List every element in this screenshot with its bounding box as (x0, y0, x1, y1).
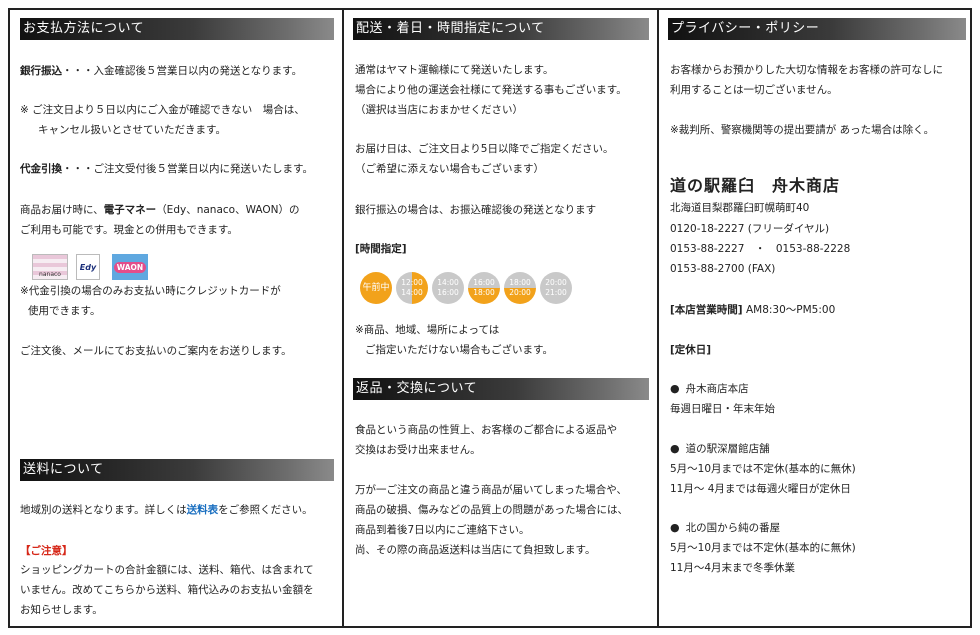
notice-line: お知らせします。 (20, 604, 103, 616)
privacy-column: プライバシー・ポリシー お客様からお預かりした大切な情報をお客様の許可なしに 利… (659, 10, 970, 626)
cod-label: 代金引換 (20, 163, 62, 175)
notice-title: 【ご注意】 (20, 545, 73, 557)
time-slot-18-20: 18:00 20:00 (504, 272, 536, 304)
bank-note-line2: キャンセル扱いとさせていただきます。 (38, 124, 226, 136)
returns-line: 尚、その際の商品返送料は当店にて負担致します。 (355, 544, 596, 556)
shop-address: 北海道目梨郡羅臼町幌萌町40 (670, 202, 810, 214)
time-slot-12-14: 12:00 14:00 (396, 272, 428, 304)
time-slot-morning: 午前中 (360, 272, 392, 304)
delivery-line: 通常はヤマト運輸様にて発送いたします。 (355, 64, 554, 76)
shop-tel: 0153-88-2227 ・ 0153-88-2228 (670, 243, 851, 255)
edy-icon: Edy (76, 254, 100, 280)
time-slot-20-21: 20:00 21:00 (540, 272, 572, 304)
hours-label: [本店営業時間] (670, 304, 743, 316)
time-note-line1: ※商品、地域、場所によっては (355, 324, 500, 336)
returns-line: 商品到着後7日以内にご連絡下さい。 (355, 524, 530, 536)
returns-heading: 返品・交換について (353, 378, 649, 400)
credit-card-line2: 使用できます。 (28, 305, 101, 317)
bullet-icon: ● (670, 382, 680, 395)
holiday-title: [定休日] (670, 344, 712, 356)
privacy-note: ※裁判所、警察機関等の提出要請が あった場合は除く。 (670, 124, 935, 136)
returns-line: 交換はお受け出来ません。 (355, 444, 481, 456)
notice-line: いません。改めてこちらから送料、箱代込みのお支払い金額を (20, 584, 314, 596)
store-name: ● 舟木商店本店 (670, 382, 749, 395)
bullet-icon: ● (670, 442, 680, 455)
credit-card-line1: ※代金引換の場合のみお支払い時にクレジットカードが (20, 285, 281, 297)
returns-line: 食品という商品の性質上、お客様のご都合による返品や (355, 424, 618, 436)
bank-transfer-label: 銀行振込 (20, 65, 62, 77)
store-name: ● 北の国から純の番屋 (670, 521, 781, 534)
time-note-line2: ご指定いただけない場合もございます。 (365, 344, 553, 356)
time-slot-14-16: 14:00 16:00 (432, 272, 464, 304)
time-slot-16-18: 16:00 18:00 (468, 272, 500, 304)
store-holiday: 5月～10月までは不定休(基本的に無休) (670, 463, 856, 475)
store-holiday: 11月～4月末まで冬季休業 (670, 562, 796, 574)
waon-icon: WAON (112, 254, 148, 280)
privacy-line: お客様からお預かりした大切な情報をお客様の許可なしに (670, 64, 943, 76)
shop-name: 道の駅羅臼 舟木商店 (670, 176, 841, 195)
bullet-icon: ● (670, 521, 680, 534)
delivery-line: （選択は当店におまかせください） (355, 104, 523, 116)
info-panel: お支払方法について 銀行振込・・・入金確認後５営業日以内の発送となります。 ※ … (8, 8, 972, 628)
returns-line: 商品の破損、傷みなどの品質上の問題があった場合には、 (355, 504, 628, 516)
returns-line: 万が一ご注文の商品と違う商品が届いてしまった場合や、 (355, 484, 627, 496)
store-name: ● 道の駅深層館店舗 (670, 442, 770, 455)
delivery-heading: 配送・着日・時間指定について (353, 18, 649, 40)
shop-fax: 0153-88-2700 (FAX) (670, 263, 776, 275)
emoney-label: 電子マネー (103, 204, 157, 216)
payment-mail-note: ご注文後、メールにてお支払いのご案内をお送りします。 (20, 345, 292, 357)
notice-line: ショッピングカートの合計金額には、送料、箱代、は含まれて (20, 564, 314, 576)
store-holiday: 毎週日曜日・年末年始 (670, 403, 775, 415)
bank-transfer-text: 銀行振込・・・入金確認後５営業日以内の発送となります。 (20, 65, 303, 77)
emoney-line2: ご利用も可能です。現金との併用もできます。 (20, 224, 238, 236)
store-holiday: 5月～10月までは不定休(基本的に無休) (670, 542, 856, 554)
shop-tel-free: 0120-18-2227 (フリーダイヤル) (670, 223, 830, 235)
shipping-fee-text: 地域別の送料となります。詳しくは送料表をご参照ください。 (20, 504, 313, 516)
bank-note-line1: ※ ご注文日より５日以内にご入金が確認できない 場合は、 (20, 104, 305, 116)
nanaco-icon: nanaco (32, 254, 68, 280)
shipping-fee-heading: 送料について (20, 459, 334, 481)
delivery-date-line: お届け日は、ご注文日より5日以降でご指定ください。 (355, 143, 614, 155)
store-holiday: 11月～ 4月までは毎週火曜日が定休日 (670, 483, 851, 495)
shipping-table-link[interactable]: 送料表 (187, 504, 219, 516)
cod-text: 代金引換・・・ご注文受付後５営業日以内に発送いたします。 (20, 163, 313, 175)
hours-value: AM8:30～PM5:00 (745, 304, 836, 316)
time-slot-title: [時間指定] (355, 243, 407, 255)
delivery-line: 場合により他の運送会社様にて発送する事もございます。 (355, 84, 627, 96)
delivery-date-line: （ご希望に添えない場合もございます） (355, 163, 544, 175)
emoney-line1: 商品お届け時に、電子マネー（Edy、nanaco、WAON）の (20, 204, 300, 216)
shop-hours: [本店営業時間] AM8:30～PM5:00 (670, 300, 835, 320)
payment-column: お支払方法について 銀行振込・・・入金確認後５営業日以内の発送となります。 ※ … (10, 10, 344, 626)
payment-heading: お支払方法について (20, 18, 334, 40)
bank-delivery-note: 銀行振込の場合は、お振込確認後の発送となります (355, 204, 597, 216)
privacy-heading: プライバシー・ポリシー (668, 18, 966, 40)
privacy-line: 利用することは一切ございません。 (670, 84, 838, 96)
delivery-column: 配送・着日・時間指定について 通常はヤマト運輸様にて発送いたします。 場合により… (344, 10, 659, 626)
